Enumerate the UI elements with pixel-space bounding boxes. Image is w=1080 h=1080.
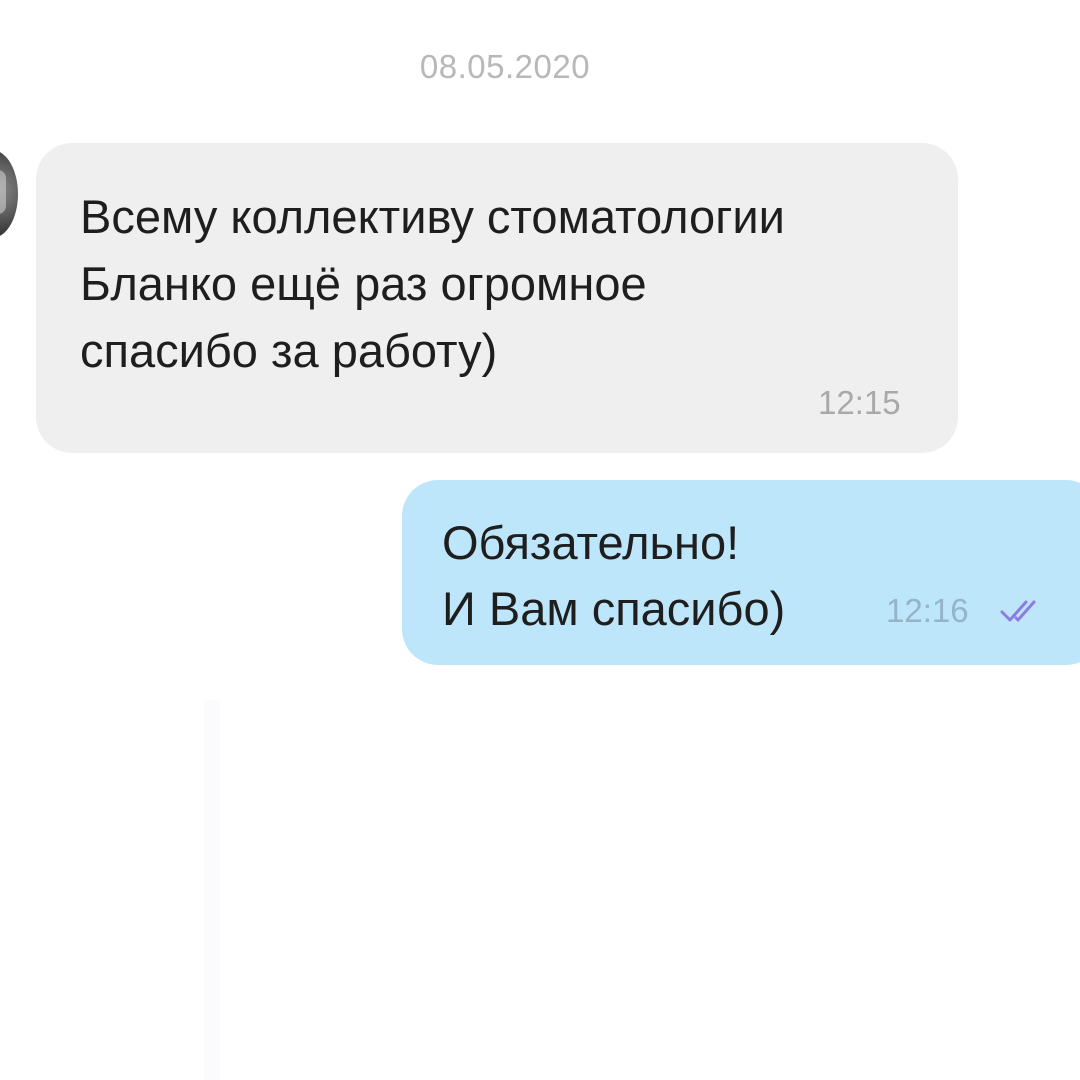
divider bbox=[204, 700, 220, 1080]
message-timestamp: 12:16 bbox=[886, 592, 969, 629]
chat-view: 08.05.2020 Всему коллективу стоматологии… bbox=[0, 0, 1080, 1080]
message-line: И Вам спасибо) bbox=[442, 582, 786, 635]
outgoing-message-bubble[interactable]: Обязательно! И Вам спасибо) bbox=[402, 480, 1080, 665]
message-timestamp: 12:15 bbox=[818, 384, 901, 421]
message-line: спасибо за работу) bbox=[80, 324, 498, 377]
double-check-icon bbox=[1000, 600, 1036, 622]
date-separator: 08.05.2020 bbox=[419, 48, 591, 85]
avatar[interactable] bbox=[0, 150, 18, 238]
message-line: Всему коллективу стоматологии bbox=[80, 190, 785, 243]
message-text: Обязательно! И Вам спасибо) bbox=[442, 510, 785, 642]
message-line: Бланко ещё раз огромное bbox=[80, 257, 647, 310]
message-line: Обязательно! bbox=[442, 516, 740, 569]
message-text: Всему коллективу стоматологии Бланко ещё… bbox=[80, 183, 940, 384]
